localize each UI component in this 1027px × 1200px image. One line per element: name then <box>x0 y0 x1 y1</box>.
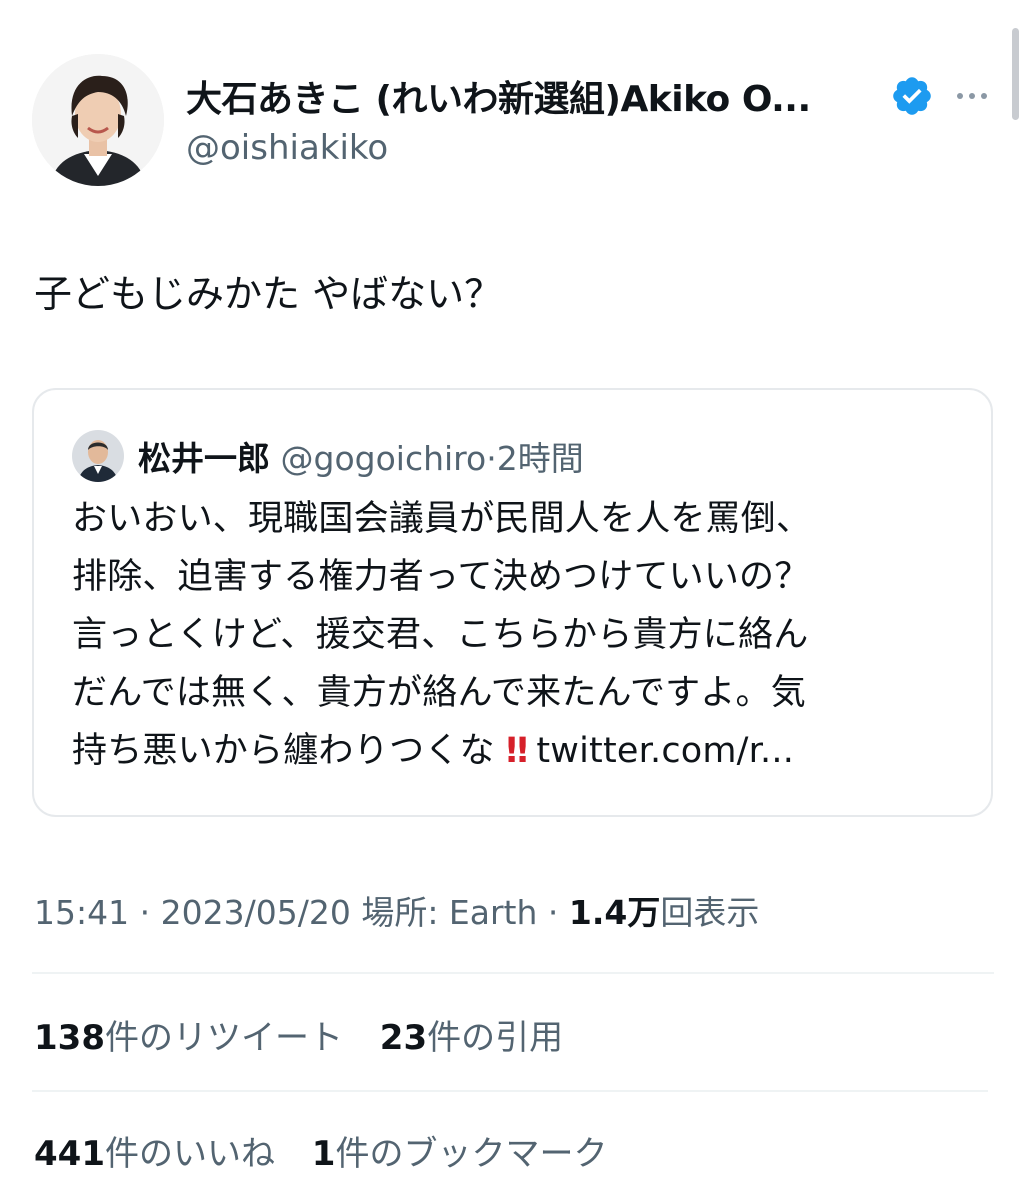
author-handle[interactable]: @oishiakiko <box>186 128 388 168</box>
retweets-label: 件のリツイート <box>104 1018 343 1058</box>
quoted-link[interactable]: twitter.com/r... <box>536 731 794 771</box>
divider <box>32 1090 988 1092</box>
quoted-text-tail: 持ち悪いから纏わりつくな <box>72 731 495 771</box>
tweet-text: 子どもじみかた やばない？ <box>34 272 503 316</box>
quoted-tweet-text: おいおい、現職国会議員が民間人を人を罵倒、 排除、迫害する権力者って決めつけてい… <box>72 490 972 780</box>
views-label[interactable]: 回表示 <box>660 893 759 932</box>
quotes-count: 23 <box>379 1018 428 1058</box>
quotes-stat[interactable]: 23件の引用 <box>380 1010 563 1059</box>
bookmarks-label: 件のブックマーク <box>335 1134 608 1174</box>
quoted-author-avatar[interactable] <box>72 430 124 482</box>
meta-separator: · <box>139 893 151 932</box>
engagement-row-1: 138件のリツイート 23件の引用 <box>34 1010 589 1059</box>
quoted-author-handle[interactable]: @gogoichiro <box>281 439 487 478</box>
quoted-tweet-time[interactable]: 2時間 <box>497 439 584 478</box>
scrollbar-thumb[interactable] <box>1012 28 1019 120</box>
views-count[interactable]: 1.4万 <box>569 893 660 932</box>
bookmarks-count: 1 <box>311 1134 336 1174</box>
quoted-text-line: 排除、迫害する権力者って決めつけていいの？ <box>72 557 810 597</box>
tweet-date[interactable]: 2023/05/20 <box>161 893 351 932</box>
likes-stat[interactable]: 441件のいいね <box>34 1126 275 1175</box>
more-options-icon[interactable] <box>950 82 994 110</box>
retweets-count: 138 <box>34 1018 105 1058</box>
likes-count: 441 <box>34 1134 105 1174</box>
author-name[interactable]: 大石あきこ (れいわ新選組)Akiko O... <box>186 70 811 122</box>
author-avatar-image <box>32 54 164 186</box>
tweet-time[interactable]: 15:41 <box>34 893 129 932</box>
quotes-label: 件の引用 <box>427 1018 564 1058</box>
quoted-text-line: 言っとくけど、援交君、こちらから貴方に絡ん <box>72 615 809 655</box>
quoted-tweet-card[interactable]: 松井一郎 @gogoichiro·2時間 おいおい、現職国会議員が民間人を人を罵… <box>32 388 993 817</box>
engagement-row-2: 441件のいいね 1件のブックマーク <box>34 1126 633 1175</box>
divider <box>32 972 994 974</box>
quoted-tweet-header: 松井一郎 @gogoichiro·2時間 <box>138 432 584 480</box>
quoted-author-name[interactable]: 松井一郎 <box>138 439 270 478</box>
meta-separator: · <box>547 893 559 932</box>
bookmarks-stat[interactable]: 1件のブックマーク <box>312 1126 608 1175</box>
quoted-text-line: だんでは無く、貴方が絡んで来たんですよ。気 <box>72 673 806 713</box>
tweet-meta: 15:41 · 2023/05/20 場所: Earth · 1.4万回表示 <box>34 886 759 934</box>
tweet-location: 場所: Earth <box>361 893 538 932</box>
quoted-text-line: おいおい、現職国会議員が民間人を人を罵倒、 <box>72 499 812 539</box>
quoted-text-line-last: 持ち悪いから纏わりつくな ‼ twitter.com/r... <box>72 722 972 780</box>
retweets-stat[interactable]: 138件のリツイート <box>34 1010 343 1059</box>
double-exclamation-icon: ‼ <box>506 731 528 771</box>
header-separator: · <box>486 439 497 478</box>
author-avatar[interactable] <box>32 54 164 186</box>
likes-label: 件のいいね <box>104 1134 275 1174</box>
verified-badge-icon <box>890 74 934 118</box>
